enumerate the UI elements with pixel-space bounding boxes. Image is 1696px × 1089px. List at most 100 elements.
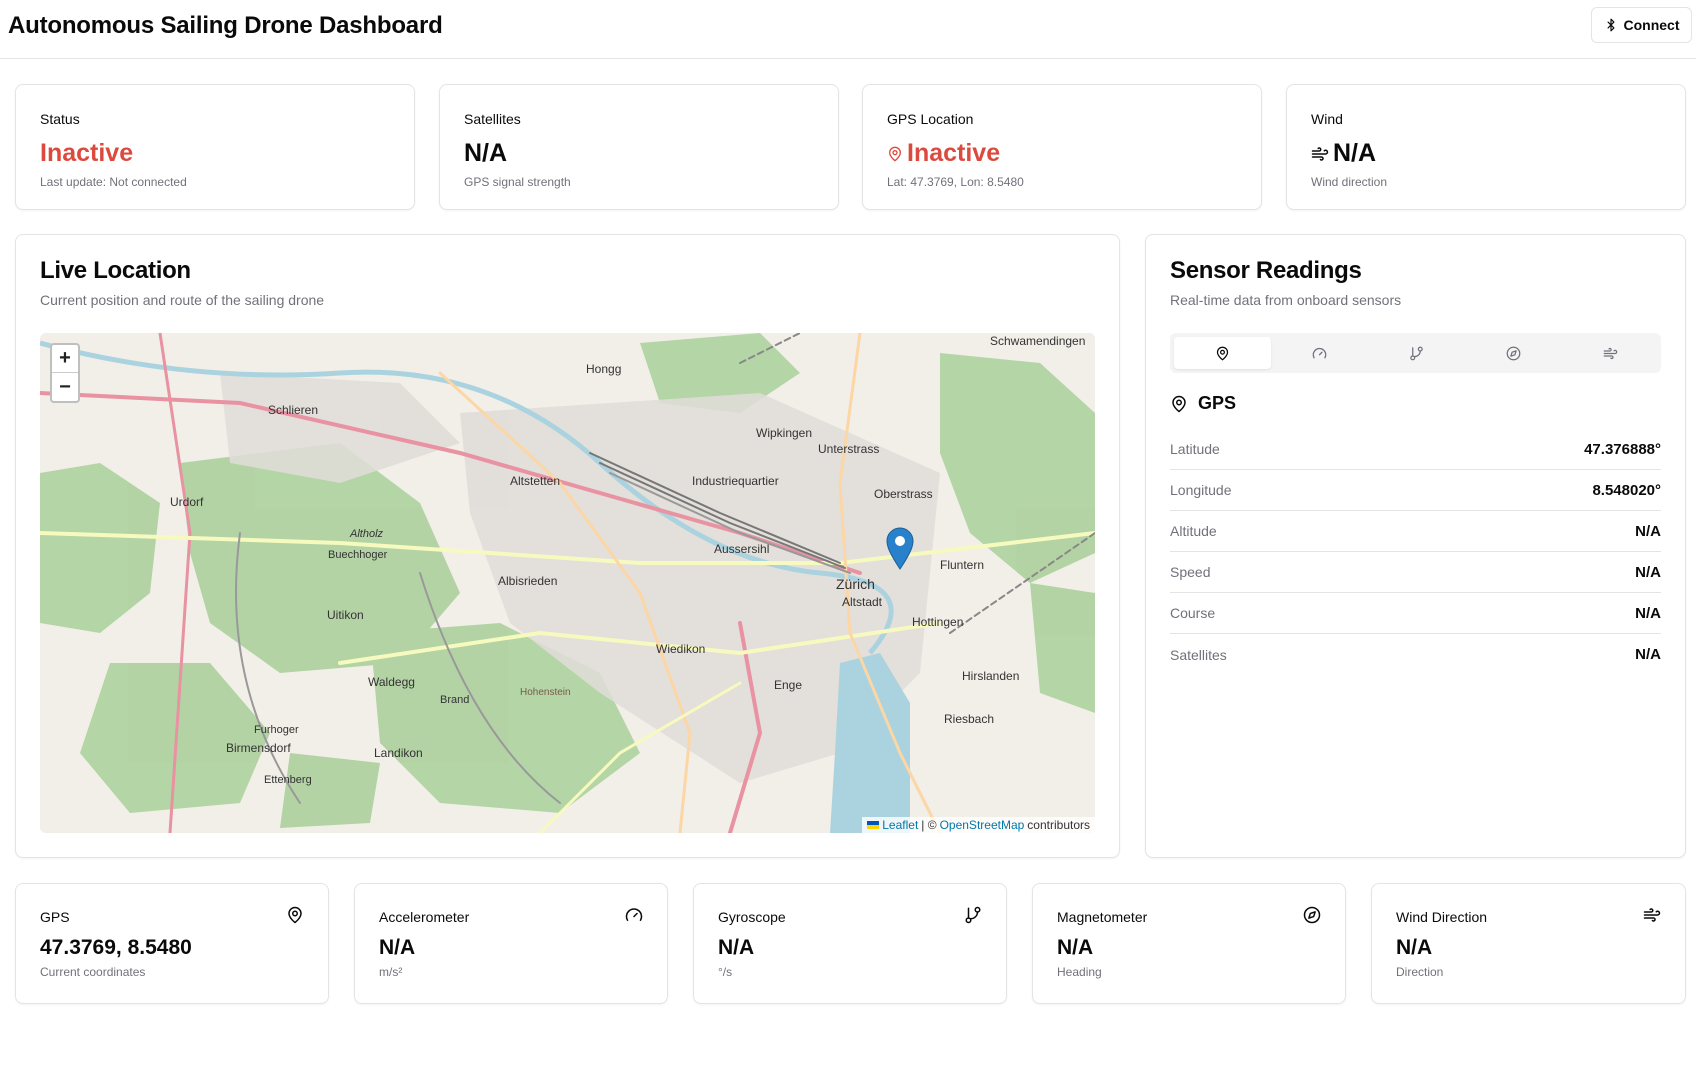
gps-location-card: GPS Location Inactive Lat: 47.3769, Lon:… xyxy=(862,84,1262,210)
gps-sensor-sub: Current coordinates xyxy=(40,965,146,979)
accelerometer-label: Accelerometer xyxy=(379,909,470,925)
svg-text:Fluntern: Fluntern xyxy=(940,558,984,572)
magnetometer-sub: Heading xyxy=(1057,965,1102,979)
svg-text:Altstadt: Altstadt xyxy=(842,595,883,609)
wind-sub: Wind direction xyxy=(1311,175,1388,189)
map-pin-icon xyxy=(288,906,302,924)
live-location-panel: Live Location Current position and route… xyxy=(15,234,1120,858)
gps-location-value: Inactive xyxy=(887,139,1000,168)
reading-key: Altitude xyxy=(1170,523,1217,539)
gps-section-heading: GPS xyxy=(1170,393,1236,414)
live-location-title: Live Location xyxy=(40,257,191,284)
attribution-separator: | © xyxy=(921,818,937,832)
reading-value: N/A xyxy=(1635,646,1661,663)
satellites-label: Satellites xyxy=(464,111,521,127)
connect-button-label: Connect xyxy=(1623,17,1680,33)
svg-text:Wipkingen: Wipkingen xyxy=(756,426,812,440)
svg-text:Birmensdorf: Birmensdorf xyxy=(226,741,291,755)
sensor-readings-description: Real-time data from onboard sensors xyxy=(1170,292,1402,308)
svg-text:Hohenstein: Hohenstein xyxy=(520,687,571,698)
gyroscope-sub: °/s xyxy=(718,965,733,979)
status-value: Inactive xyxy=(40,139,133,168)
openstreetmap-link[interactable]: OpenStreetMap xyxy=(940,818,1025,832)
bluetooth-icon xyxy=(1607,18,1614,32)
reading-row-satellites: Satellites N/A xyxy=(1170,634,1661,675)
magnetometer-label: Magnetometer xyxy=(1057,909,1148,925)
svg-text:Ettenberg: Ettenberg xyxy=(264,774,312,786)
svg-text:Aussersihl: Aussersihl xyxy=(714,542,769,556)
satellites-card: Satellites N/A GPS signal strength xyxy=(439,84,839,210)
map-zoom-control: + − xyxy=(50,343,80,403)
gauge-icon xyxy=(625,908,643,921)
wind-direction-label: Wind Direction xyxy=(1396,909,1488,925)
svg-text:Altholz: Altholz xyxy=(349,528,384,540)
connect-button[interactable]: Connect xyxy=(1591,7,1692,43)
wind-value: N/A xyxy=(1311,139,1376,168)
gyroscope-card: Gyroscope N/A °/s xyxy=(693,883,1007,1004)
status-value-text: Inactive xyxy=(40,139,134,167)
reading-key: Speed xyxy=(1170,564,1211,580)
map-pin-icon xyxy=(889,146,901,161)
svg-text:Zürich: Zürich xyxy=(836,576,875,592)
leaflet-link[interactable]: Leaflet xyxy=(882,818,918,832)
wind-direction-sub: Direction xyxy=(1396,965,1444,979)
gyroscope-icon xyxy=(965,906,981,924)
gps-section-title: GPS xyxy=(1198,393,1237,413)
svg-text:Schlieren: Schlieren xyxy=(268,403,318,417)
reading-value: N/A xyxy=(1635,563,1661,581)
tab-gyroscope[interactable] xyxy=(1368,337,1465,369)
svg-text:Uitikon: Uitikon xyxy=(327,608,364,622)
svg-text:Unterstrass: Unterstrass xyxy=(818,442,879,456)
accelerometer-value: N/A xyxy=(379,936,416,959)
tab-magnetometer[interactable] xyxy=(1465,337,1562,369)
reading-key: Latitude xyxy=(1170,441,1220,457)
wind-card: Wind N/A Wind direction xyxy=(1286,84,1686,210)
reading-value: N/A xyxy=(1635,604,1661,622)
zoom-out-button[interactable]: − xyxy=(52,373,78,401)
reading-value: 47.376888° xyxy=(1584,440,1661,458)
wind-icon xyxy=(1603,347,1618,359)
gyroscope-icon xyxy=(1410,346,1423,360)
reading-key: Longitude xyxy=(1170,482,1232,498)
reading-row-speed: Speed N/A xyxy=(1170,552,1661,593)
svg-text:Waldegg: Waldegg xyxy=(368,675,415,689)
svg-text:Albisrieden: Albisrieden xyxy=(498,574,557,588)
gyroscope-label: Gyroscope xyxy=(718,909,786,925)
gps-sensor-value: 47.3769, 8.5480 xyxy=(40,936,192,959)
gps-location-sub: Lat: 47.3769, Lon: 8.5480 xyxy=(887,175,1024,189)
status-card: Status Inactive Last update: Not connect… xyxy=(15,84,415,210)
map-attribution: Leaflet | © OpenStreetMap contributors xyxy=(862,817,1095,833)
zoom-in-button[interactable]: + xyxy=(52,345,78,373)
magnetometer-value: N/A xyxy=(1057,936,1094,959)
reading-row-course: Course N/A xyxy=(1170,593,1661,634)
map-tiles[interactable]: Schlieren Hongg Wipkingen Unterstrass Ob… xyxy=(40,333,1095,833)
svg-text:Wiedikon: Wiedikon xyxy=(656,642,705,656)
reading-value: 8.548020° xyxy=(1592,481,1661,499)
app-header: Autonomous Sailing Drone Dashboard Conne… xyxy=(0,0,1696,59)
sensor-readings-title: Sensor Readings xyxy=(1170,257,1362,284)
tab-gps[interactable] xyxy=(1174,337,1271,369)
gps-sensor-card: GPS 47.3769, 8.5480 Current coordinates xyxy=(15,883,329,1004)
svg-text:Hottingen: Hottingen xyxy=(912,615,963,629)
sensor-tabs xyxy=(1170,333,1661,373)
wind-direction-card: Wind Direction N/A Direction xyxy=(1371,883,1686,1004)
svg-text:Schwamendingen: Schwamendingen xyxy=(990,334,1085,348)
wind-value-text: N/A xyxy=(1333,139,1377,167)
tab-wind[interactable] xyxy=(1562,337,1659,369)
reading-row-longitude: Longitude 8.548020° xyxy=(1170,470,1661,511)
svg-text:Buechhoger: Buechhoger xyxy=(328,549,388,561)
tab-accelerometer[interactable] xyxy=(1271,337,1368,369)
svg-text:Furhoger: Furhoger xyxy=(254,724,299,736)
gyroscope-value: N/A xyxy=(718,936,755,959)
status-sub: Last update: Not connected xyxy=(40,175,187,189)
live-location-description: Current position and route of the sailin… xyxy=(40,292,325,308)
reading-value: N/A xyxy=(1635,522,1661,540)
magnetometer-card: Magnetometer N/A Heading xyxy=(1032,883,1346,1004)
accelerometer-card: Accelerometer N/A m/s² xyxy=(354,883,668,1004)
map-view[interactable]: Schlieren Hongg Wipkingen Unterstrass Ob… xyxy=(40,333,1095,833)
svg-text:Altstetten: Altstetten xyxy=(510,474,560,488)
satellites-sub: GPS signal strength xyxy=(464,175,571,189)
reading-key: Course xyxy=(1170,605,1216,621)
svg-text:Landikon: Landikon xyxy=(374,746,423,760)
wind-label: Wind xyxy=(1311,111,1343,127)
